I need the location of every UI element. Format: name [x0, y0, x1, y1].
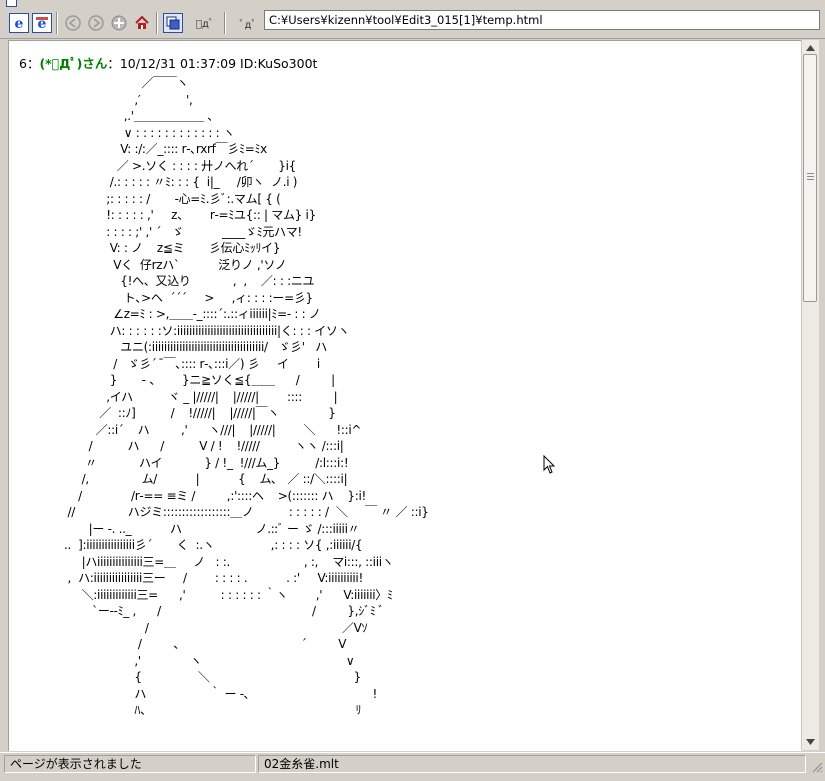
ie-e-icon: e — [15, 16, 24, 31]
status-bar: ページが表示されました 02金糸雀.mlt — [0, 752, 825, 781]
ie-button-2[interactable]: e — [32, 13, 52, 33]
stop-button[interactable] — [109, 13, 129, 33]
svg-text:ﾟдﾟ: ﾟдﾟ — [240, 19, 257, 31]
scroll-up-button[interactable] — [803, 40, 818, 55]
ie-e-red-icon: e — [36, 16, 48, 31]
stop-icon — [111, 15, 127, 31]
forward-button[interactable] — [86, 13, 106, 33]
window-icon — [6, 0, 17, 7]
post-author[interactable]: (*ﾟДﾟ)さん — [39, 56, 107, 71]
toolbar-separator — [56, 12, 58, 34]
face-icon: (ﾟдﾟ) — [195, 18, 215, 30]
post-header: 6：(*ﾟДﾟ)さん：10/12/31 01:37:09 ID:KuSo300t — [19, 53, 317, 72]
bookmark-icon: ﾟдﾟ — [240, 19, 257, 31]
forward-arrow-icon — [88, 15, 104, 31]
mouse-cursor-icon — [543, 455, 556, 474]
toolbar-separator — [156, 12, 158, 34]
post-number: 6 — [19, 56, 27, 71]
back-button[interactable] — [63, 13, 83, 33]
toolbar: e e (ﾟдﾟ) ﾟдﾟ C:¥Users¥kizenn¥tool¥Edit3… — [0, 8, 825, 39]
window-copy-icon — [166, 16, 180, 30]
svg-text:(ﾟдﾟ): (ﾟдﾟ) — [195, 18, 215, 30]
status-file: 02金糸雀.mlt — [258, 755, 806, 773]
ie-button-1[interactable]: e — [9, 13, 29, 33]
resize-grip-icon[interactable] — [811, 761, 823, 773]
address-text: C:¥Users¥kizenn¥tool¥Edit3_015[1]¥temp.h… — [269, 13, 543, 27]
scroll-thumb[interactable] — [803, 54, 817, 302]
ascii-art: ／￣￣ヽ ,′ ', ,.'＿＿＿＿＿＿ ､ ∨ : : : : : : : :… — [64, 76, 429, 717]
address-field[interactable]: C:¥Users¥kizenn¥tool¥Edit3_015[1]¥temp.h… — [264, 10, 820, 30]
bookmark-button[interactable]: ﾟдﾟ — [238, 13, 258, 33]
copy-button[interactable] — [163, 13, 183, 33]
scroll-down-button[interactable] — [803, 734, 818, 749]
vertical-scrollbar[interactable] — [801, 40, 819, 750]
svg-text:e: e — [15, 16, 24, 31]
window-top-strip — [0, 0, 825, 8]
face-button[interactable]: (ﾟдﾟ) — [195, 13, 215, 33]
toolbar-separator — [224, 12, 226, 34]
back-arrow-icon — [65, 15, 81, 31]
triangle-down-icon — [806, 738, 815, 745]
home-icon — [135, 15, 149, 29]
triangle-up-icon — [806, 44, 815, 51]
post-date-id: ：10/12/31 01:37:09 ID:KuSo300t — [107, 56, 318, 71]
page-content: 6：(*ﾟДﾟ)さん：10/12/31 01:37:09 ID:KuSo300t… — [8, 40, 802, 751]
scroll-grip — [807, 173, 814, 182]
post-separator: ： — [26, 56, 40, 71]
status-message: ページが表示されました — [4, 755, 256, 773]
home-button[interactable] — [132, 13, 152, 33]
